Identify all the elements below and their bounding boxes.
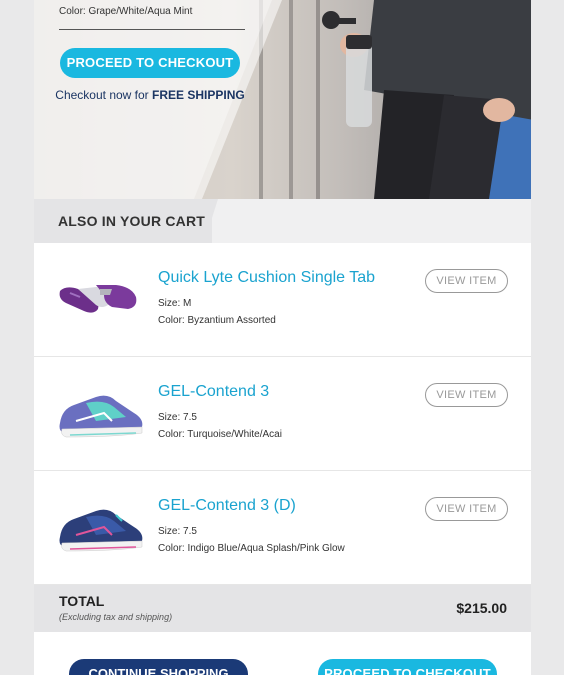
free-shipping-text: Checkout now for FREE SHIPPING [34,88,266,102]
item-name[interactable]: GEL-Contend 3 (D) [158,497,296,515]
item-color: Color: Byzantium Assorted [158,315,276,326]
header-band-slope [204,199,218,243]
continue-shopping-button[interactable]: CONTINUE SHOPPING [69,659,248,675]
shoe-image[interactable] [56,377,146,447]
cart-item: GEL-Contend 3 (D) Size: 7.5 Color: Indig… [34,471,531,585]
view-item-button[interactable]: VIEW ITEM [425,269,508,293]
item-size: Size: 7.5 [158,412,197,423]
section-title: ALSO IN YOUR CART [58,213,206,229]
proceed-to-checkout-button-bottom[interactable]: PROCEED TO CHECKOUT [318,659,497,675]
total-bar: TOTAL (Excluding tax and shipping) $215.… [34,585,531,632]
hero-color-text: Color: Grape/White/Aqua Mint [59,6,193,17]
divider [59,29,245,30]
total-label: TOTAL [59,593,105,609]
item-size: Size: 7.5 [158,526,197,537]
also-in-cart-header: ALSO IN YOUR CART [34,199,531,243]
socks-image[interactable] [56,263,146,333]
item-name[interactable]: Quick Lyte Cushion Single Tab [158,269,375,287]
shoe-image[interactable] [56,491,146,561]
free-shipping-label: FREE SHIPPING [152,88,245,102]
email-body: Color: Grape/White/Aqua Mint PROCEED TO … [34,0,531,675]
total-value: $215.00 [456,600,507,616]
cart-item: GEL-Contend 3 Size: 7.5 Color: Turquoise… [34,357,531,471]
item-name[interactable]: GEL-Contend 3 [158,383,269,401]
shipping-prefix: Checkout now for [55,88,153,102]
item-color: Color: Turquoise/White/Acai [158,429,282,440]
cart-item: Quick Lyte Cushion Single Tab Size: M Co… [34,243,531,357]
item-size: Size: M [158,298,192,309]
proceed-to-checkout-button[interactable]: PROCEED TO CHECKOUT [60,48,240,78]
view-item-button[interactable]: VIEW ITEM [425,497,508,521]
hero-banner: Color: Grape/White/Aqua Mint PROCEED TO … [34,0,531,199]
total-note: (Excluding tax and shipping) [59,612,173,622]
view-item-button[interactable]: VIEW ITEM [425,383,508,407]
item-color: Color: Indigo Blue/Aqua Splash/Pink Glow [158,543,345,554]
footer-actions: CONTINUE SHOPPING PROCEED TO CHECKOUT [34,632,531,675]
